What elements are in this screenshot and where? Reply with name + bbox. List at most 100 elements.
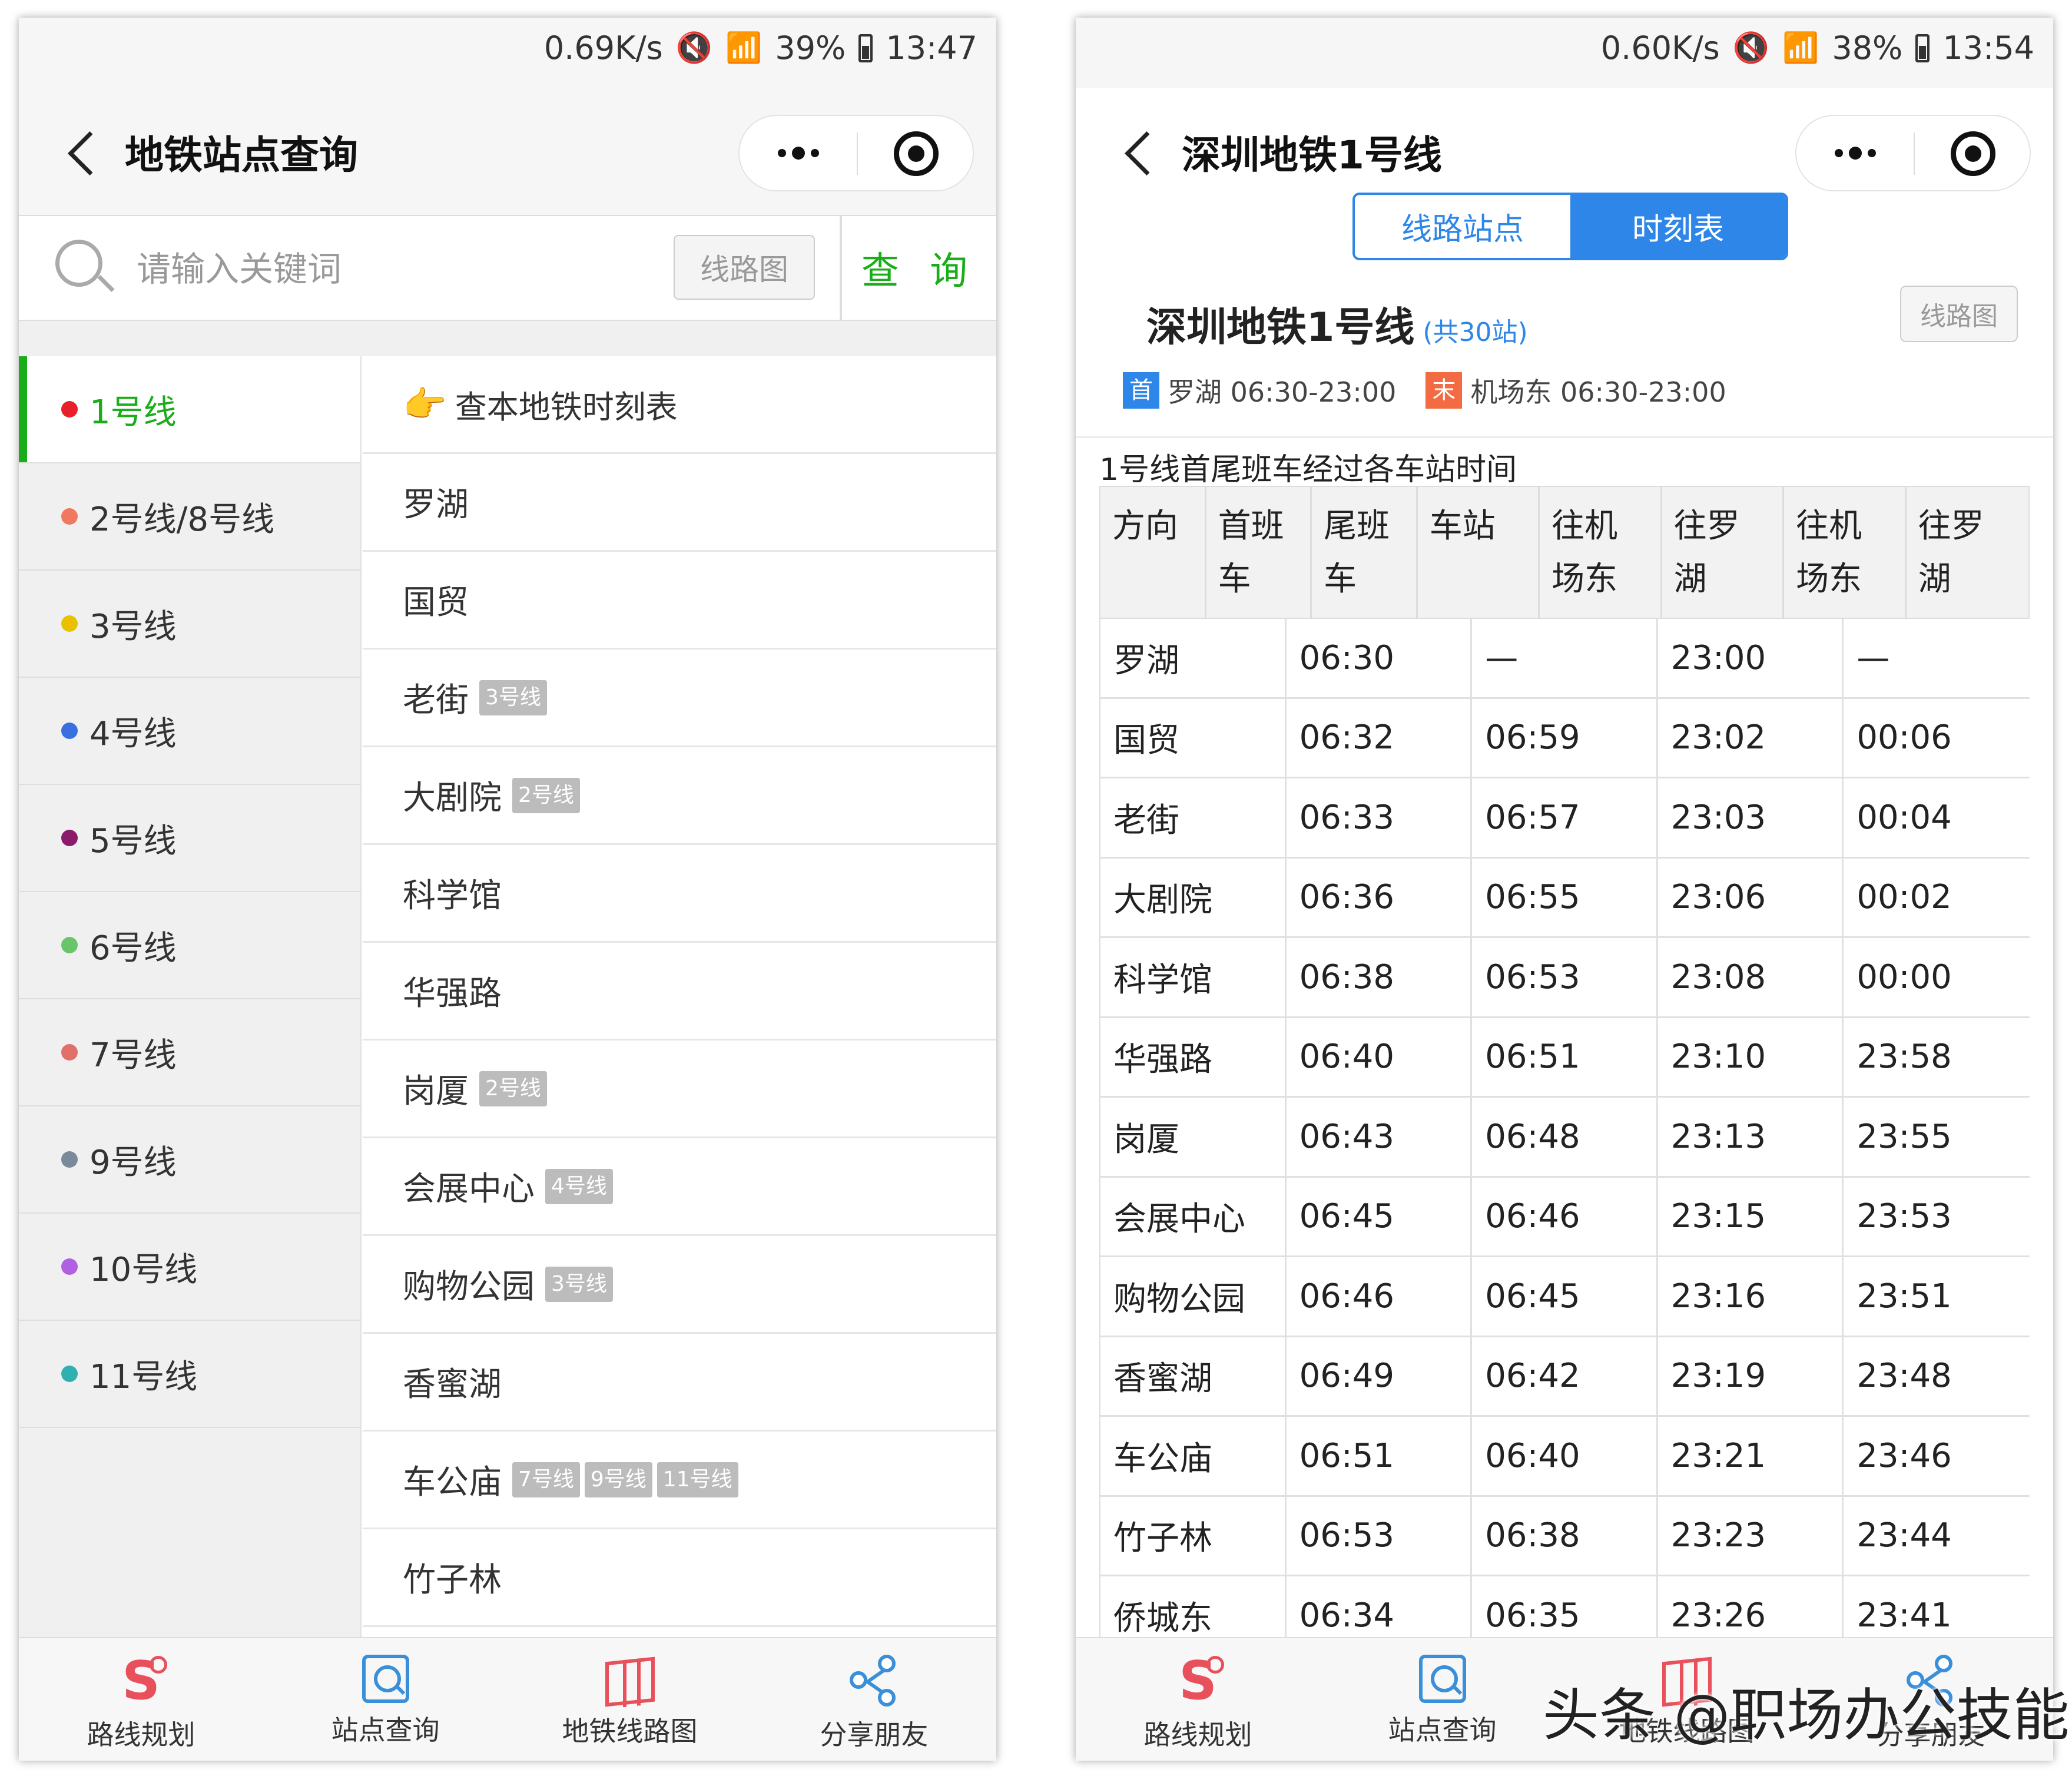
line-label: 4号线 — [89, 714, 177, 753]
table-cell: 06:45 — [1472, 1257, 1658, 1336]
table-cell: 购物公园 — [1100, 1257, 1287, 1336]
mute-icon: 🔇 — [675, 31, 713, 65]
table-cell: 罗湖 — [1100, 619, 1287, 697]
table-cell: 06:48 — [1472, 1098, 1658, 1176]
search-input[interactable] — [137, 246, 608, 293]
line-color-dot — [61, 1151, 78, 1168]
station-name: 大剧院 — [403, 779, 502, 817]
status-bar: 0.69K/s 🔇 📶 39% 13:47 — [19, 18, 996, 88]
tab-label: 站点查询 — [1388, 1714, 1497, 1746]
line-item[interactable]: 5号线 — [19, 785, 360, 892]
service-hours: 首 罗湖 06:30-23:00 末 机场东 06:30-23:00 — [1123, 371, 1726, 410]
table-cell: 06:46 — [1287, 1257, 1473, 1336]
timetable-link[interactable]: 👉 查本地铁时刻表 — [363, 356, 996, 454]
tab-route-planning[interactable]: S 路线规划 — [19, 1638, 263, 1761]
search-bar: 线路图 查 询 — [19, 215, 996, 321]
line-map-button[interactable]: 线路图 — [674, 235, 815, 300]
station-item[interactable]: 购物公园 3号线 — [363, 1236, 996, 1334]
first-train-info: 罗湖 06:30-23:00 — [1168, 376, 1397, 408]
table-cell: 23:10 — [1658, 1018, 1844, 1096]
tab-line-stations[interactable]: 线路站点 — [1355, 195, 1570, 258]
station-item[interactable]: 老街 3号线 — [363, 650, 996, 747]
more-menu-button[interactable] — [1796, 116, 1914, 190]
line-item[interactable]: 3号线 — [19, 571, 360, 678]
table-cell: 00:06 — [1856, 718, 1952, 757]
station-item[interactable]: 车公庙 7号线 9号线 11号线 — [363, 1432, 996, 1529]
station-item[interactable]: 罗湖 — [363, 454, 996, 552]
station-name: 国贸 — [403, 584, 469, 622]
line-heading: 深圳地铁1号线 (共30站) — [1146, 294, 1528, 353]
table-cell: 23:51 — [1856, 1277, 1952, 1316]
transfer-line-tag: 4号线 — [545, 1168, 613, 1204]
line-item[interactable]: 2号线/8号线 — [19, 463, 360, 571]
back-arrow-icon[interactable] — [1110, 125, 1163, 178]
close-miniprogram-icon[interactable] — [894, 131, 939, 176]
more-menu-button[interactable] — [740, 116, 857, 190]
col-to-airport-east: 往机场东 — [1540, 487, 1662, 618]
station-item[interactable]: 国贸 — [363, 552, 996, 650]
line-map-button[interactable]: 线路图 — [1900, 286, 2018, 342]
station-item[interactable]: 华强路 — [363, 943, 996, 1041]
line-item[interactable]: 10号线 — [19, 1214, 360, 1321]
station-name: 科学馆 — [403, 877, 502, 915]
tab-station-search[interactable]: 站点查询 — [1320, 1638, 1564, 1761]
table-cell: 06:38 — [1472, 1496, 1658, 1575]
col-direction: 方向 — [1100, 487, 1206, 618]
table-cell: 06:36 — [1287, 858, 1473, 936]
table-cell: 23:21 — [1658, 1417, 1844, 1495]
mute-icon: 🔇 — [1732, 31, 1770, 65]
table-cell: 06:53 — [1287, 1496, 1473, 1575]
line-item[interactable]: 7号线 — [19, 999, 360, 1106]
table-cell: 06:42 — [1472, 1337, 1658, 1415]
table-row: 老街 06:33 06:57 23:03 00:04 — [1099, 778, 2030, 859]
table-row: 华强路 06:40 06:51 23:10 23:58 — [1099, 1018, 2030, 1098]
tab-metro-map[interactable]: 地铁线路图 — [508, 1638, 752, 1761]
table-row: 国贸 06:32 06:59 23:02 00:06 — [1099, 698, 2030, 778]
station-item[interactable]: 科学馆 — [363, 845, 996, 943]
station-item[interactable]: 岗厦 2号线 — [363, 1041, 996, 1138]
route-icon: S — [1170, 1655, 1226, 1708]
table-row: 竹子林 06:53 06:38 23:23 23:44 — [1099, 1496, 2030, 1576]
transfer-line-tag: 9号线 — [584, 1462, 652, 1497]
station-item[interactable]: 会展中心 4号线 — [363, 1138, 996, 1236]
query-button[interactable]: 查 询 — [840, 216, 996, 320]
line-item[interactable]: 1号线 — [19, 356, 360, 463]
table-cell: 06:46 — [1472, 1177, 1658, 1255]
col-to-airport-east: 往机场东 — [1784, 487, 1907, 618]
line-color-dot — [61, 508, 78, 525]
station-item[interactable]: 香蜜湖 — [363, 1334, 996, 1432]
line-item[interactable]: 9号线 — [19, 1106, 360, 1214]
table-cell: 23:48 — [1856, 1357, 1952, 1396]
close-miniprogram-icon[interactable] — [1951, 131, 1995, 176]
transfer-line-tag: 2号线 — [512, 777, 580, 813]
table-cell: 06:59 — [1472, 698, 1658, 777]
table-cell: 23:58 — [1856, 1038, 1952, 1076]
station-item[interactable]: 竹子林 — [363, 1529, 996, 1627]
table-cell: 科学馆 — [1100, 938, 1287, 1016]
table-row: 科学馆 06:38 06:53 23:08 00:00 — [1099, 938, 2030, 1018]
tab-share[interactable]: 分享朋友 — [752, 1638, 996, 1761]
line-item[interactable]: 6号线 — [19, 892, 360, 999]
station-item[interactable]: 大剧院 2号线 — [363, 747, 996, 845]
divider — [19, 321, 996, 356]
table-cell: 06:55 — [1472, 858, 1658, 936]
tab-route-planning[interactable]: S 路线规划 — [1076, 1638, 1320, 1761]
line-item[interactable]: 4号线 — [19, 678, 360, 785]
table-cell: 06:49 — [1287, 1337, 1473, 1415]
line-color-dot — [61, 1044, 78, 1061]
back-arrow-icon[interactable] — [53, 125, 106, 178]
table-cell: 06:32 — [1287, 698, 1473, 777]
station-name: 车公庙 — [403, 1463, 502, 1502]
line-item[interactable]: 11号线 — [19, 1321, 360, 1428]
transfer-line-tag: 7号线 — [512, 1462, 580, 1497]
tab-station-search[interactable]: 站点查询 — [263, 1638, 508, 1761]
station-search-icon — [1418, 1655, 1466, 1703]
table-cell: 06:40 — [1287, 1018, 1473, 1096]
line-label: 3号线 — [89, 607, 177, 646]
tab-timetable[interactable]: 时刻表 — [1570, 195, 1786, 258]
table-cell: 会展中心 — [1100, 1177, 1287, 1255]
station-name: 会展中心 — [403, 1170, 535, 1208]
station-search-icon — [362, 1655, 409, 1703]
station-name: 华强路 — [403, 975, 502, 1013]
tab-label: 分享朋友 — [820, 1719, 929, 1751]
